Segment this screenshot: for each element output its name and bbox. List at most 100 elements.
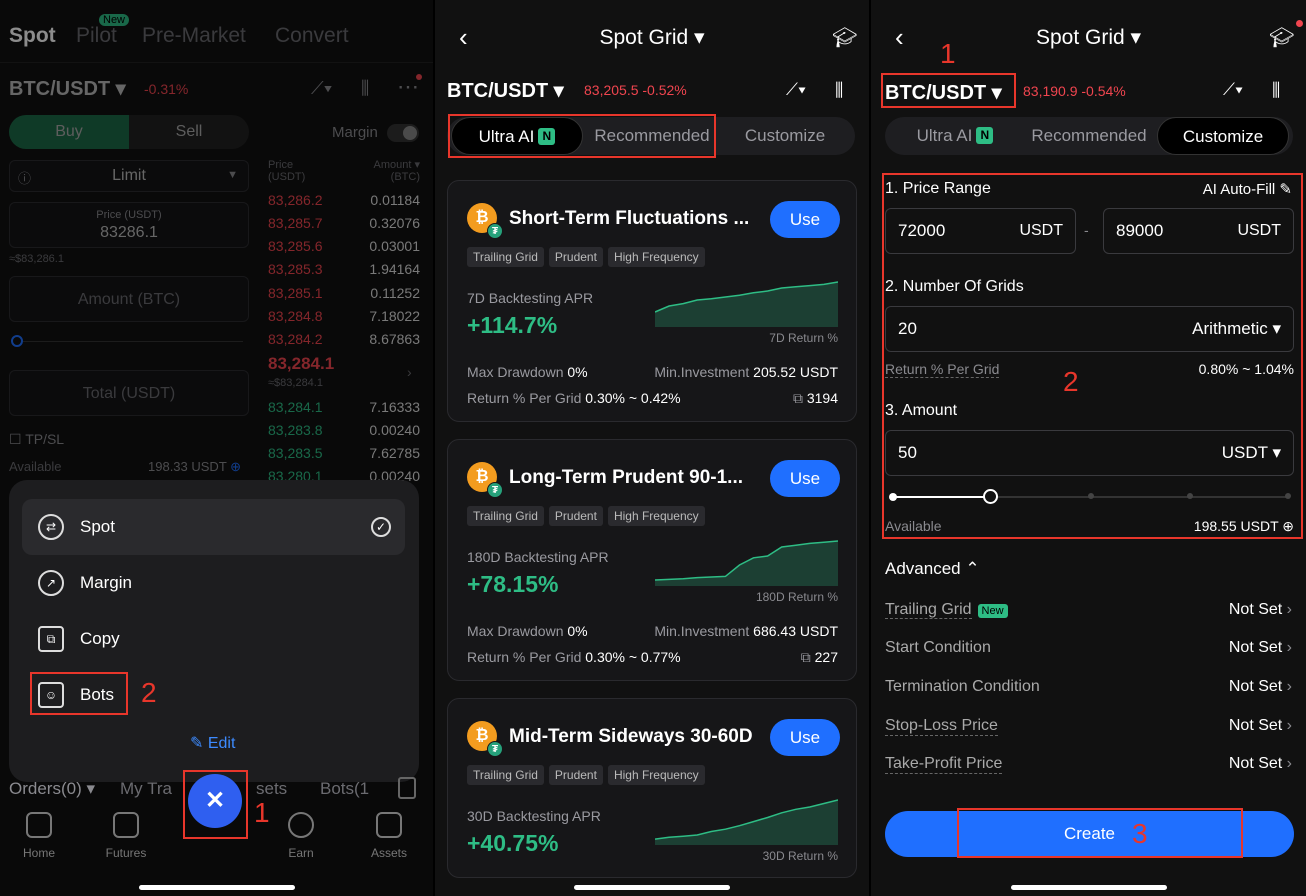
min-investment-label: Min.Investment — [654, 364, 750, 380]
strategy-tag: Prudent — [548, 765, 603, 785]
return-sparkline — [655, 281, 838, 327]
card-title: Long-Term Prudent 90-1... — [509, 467, 744, 488]
annotation-1: 1 — [940, 38, 956, 69]
use-button[interactable]: Use — [770, 460, 840, 497]
annotation-2: 2 — [141, 677, 157, 708]
page-title[interactable]: Spot Grid ▾ — [871, 25, 1306, 50]
home-icon — [26, 812, 52, 838]
adv-start-condition[interactable]: Start Condition Not Set › — [885, 636, 1292, 660]
strategy-card[interactable]: ₿ ₮ Long-Term Prudent 90-1... Use Trailing G… — [447, 439, 857, 681]
margin-icon: ↗ — [38, 570, 64, 596]
apr-label: 7D Backtesting APR — [467, 290, 594, 306]
tab-recommended[interactable]: Recommended — [1023, 117, 1155, 155]
chevron-up-icon: ⌃ — [965, 559, 980, 578]
notification-dot — [1296, 20, 1303, 27]
tab-customize[interactable]: Customize — [719, 117, 851, 155]
spot-grid-customize-panel: ‹ Spot Grid ▾ 🎓︎ BTC/USDT ▾ 1 83,190.9 -… — [871, 0, 1306, 896]
chevron-right-icon: › — [1286, 678, 1292, 695]
strategy-tag: High Frequency — [607, 247, 705, 267]
tab-ultra-ai[interactable]: Ultra AI N — [889, 117, 1021, 155]
min-investment-value: 686.43 USDT — [753, 623, 838, 639]
menu-label: Margin — [80, 573, 132, 592]
candles-icon[interactable]: ⫼ — [835, 80, 843, 101]
annotation-1: 1 — [254, 797, 270, 828]
usdt-icon: ₮ — [487, 223, 503, 239]
spot-trading-panel: Spot Pilot New Pre-Market Convert BTC/US… — [0, 0, 433, 896]
annotation-3: 3 — [1132, 818, 1148, 849]
menu-item-spot[interactable]: ⇄ Spot ✓ — [22, 499, 405, 555]
strategy-tag: Prudent — [548, 506, 603, 526]
annotation-box-tabs — [448, 114, 716, 158]
adv-termination-condition[interactable]: Termination Condition Not Set › — [885, 675, 1292, 699]
annotation-box-create — [957, 808, 1243, 858]
advanced-toggle[interactable]: Advanced ⌃ — [885, 559, 980, 579]
strategy-tag: Prudent — [548, 247, 603, 267]
apr-value: +78.15% — [467, 571, 559, 597]
use-button[interactable]: Use — [770, 201, 840, 238]
adv-label: Start Condition — [885, 639, 991, 656]
apr-label: 30D Backtesting APR — [467, 808, 601, 824]
copy-count-icon: ⧉ — [800, 649, 811, 665]
copy-count-icon: ⧉ — [792, 390, 803, 406]
tab-customize[interactable]: Customize — [1157, 117, 1289, 155]
strategy-card[interactable]: ₿ ₮ Short-Term Fluctuations ... Use Trailing… — [447, 180, 857, 422]
edit-button[interactable]: ✎ Edit — [190, 733, 235, 753]
orders-tab[interactable]: Orders(0) ▾ — [9, 779, 95, 799]
adv-take-profit-price[interactable]: Take-Profit Price Not Set › — [885, 752, 1292, 776]
my-trades-tab[interactable]: My Tra — [120, 779, 172, 799]
annotation-box-pair — [881, 73, 1016, 108]
return-per-grid-value: 0.30% ~ 0.77% — [585, 649, 681, 665]
copy-count: 227 — [814, 649, 838, 665]
return-per-grid-label: Return % Per Grid — [467, 390, 582, 406]
adv-label: Termination Condition — [885, 678, 1040, 695]
n-badge: N — [976, 127, 994, 144]
candles-icon[interactable]: ⫼ — [1272, 80, 1280, 101]
document-icon[interactable] — [398, 777, 416, 799]
chevron-right-icon: › — [1286, 639, 1292, 656]
adv-stop-loss-price[interactable]: Stop-Loss Price Not Set › — [885, 714, 1292, 738]
menu-item-margin[interactable]: ↗ Margin — [22, 555, 405, 611]
price-ticker: 83,205.5 -0.52% — [584, 82, 687, 98]
page-title[interactable]: Spot Grid ▾ — [435, 25, 869, 50]
home-indicator — [1010, 885, 1167, 890]
return-per-grid-value: 0.30% ~ 0.42% — [585, 390, 681, 406]
graduation-cap-icon[interactable]: 🎓︎ — [1269, 25, 1294, 50]
usdt-icon: ₮ — [487, 482, 503, 498]
usdt-icon: ₮ — [487, 741, 503, 757]
pair-selector[interactable]: BTC/USDT ▾ — [447, 78, 564, 103]
max-drawdown-value: 0% — [567, 364, 588, 380]
graduation-cap-icon[interactable]: 🎓︎ — [832, 25, 857, 50]
annotation-box-fab — [183, 770, 248, 839]
nav-home[interactable]: Home — [4, 812, 74, 860]
adv-label: Stop-Loss Price — [885, 716, 998, 736]
apr-label: 180D Backtesting APR — [467, 549, 609, 565]
chart-icon[interactable]: ⟋▾ — [1223, 80, 1243, 100]
bots-tab[interactable]: Bots(1 — [320, 779, 369, 799]
max-drawdown-label: Max Drawdown — [467, 623, 564, 639]
adv-trailing-grid[interactable]: Trailing Grid New Not Set › — [885, 598, 1292, 622]
chart-icon[interactable]: ⟋▾ — [786, 80, 806, 100]
menu-item-copy[interactable]: ⧉ Copy — [22, 611, 405, 667]
strategy-tag: Trailing Grid — [467, 247, 544, 267]
btc-icon: ₿ ₮ — [467, 721, 503, 757]
nav-earn[interactable]: Earn — [266, 812, 336, 860]
return-label: 30D Return % — [762, 849, 838, 863]
min-investment-label: Min.Investment — [654, 623, 750, 639]
return-sparkline — [655, 799, 838, 845]
check-icon: ✓ — [371, 517, 391, 537]
max-drawdown-label: Max Drawdown — [467, 364, 564, 380]
use-button[interactable]: Use — [770, 719, 840, 756]
nav-assets[interactable]: Assets — [354, 812, 424, 860]
strategy-card[interactable]: ₿ ₮ Mid-Term Sideways 30-60D Use Trailing Gr… — [447, 698, 857, 878]
max-drawdown-value: 0% — [567, 623, 588, 639]
copy-count: 3194 — [806, 390, 838, 406]
chevron-right-icon: › — [1286, 717, 1292, 734]
chevron-right-icon: › — [1286, 601, 1292, 618]
earn-icon — [288, 812, 314, 838]
assets-tab[interactable]: sets — [256, 779, 287, 799]
new-badge: New — [977, 604, 1008, 618]
futures-icon — [113, 812, 139, 838]
nav-futures[interactable]: Futures — [91, 812, 161, 860]
apr-value: +114.7% — [467, 312, 558, 338]
return-label: 7D Return % — [769, 331, 838, 345]
